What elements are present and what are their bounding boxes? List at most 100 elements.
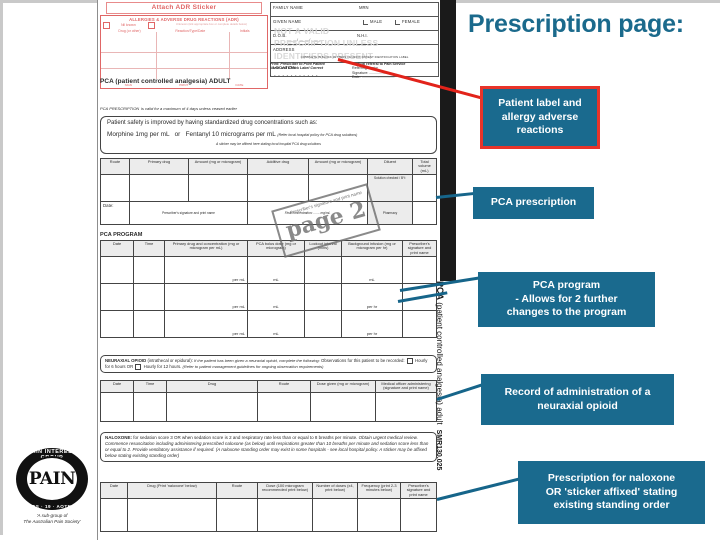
female-checkbox[interactable] [395, 20, 400, 25]
pain-interest-group-logo: PAIN INTEREST GROUP ★ PAIN NURSES · 19 ·… [6, 448, 98, 536]
callout-naloxone[interactable]: Prescription for naloxone OR 'sticker af… [518, 461, 705, 524]
prog-cell-permL-2: per mL [164, 283, 248, 312]
neuraxial-opt-2: Hourly for 12 hours. [143, 364, 182, 370]
callout-patient-line-2: allergy adverse [501, 110, 579, 123]
table-row[interactable] [100, 391, 437, 422]
th-route: Route [100, 157, 130, 176]
neuraxial-6h-checkbox[interactable] [406, 358, 413, 364]
th-nal-date: Date [100, 481, 128, 500]
naloxone-text-1: for sedation score 3 OR when sedation sc… [133, 435, 358, 440]
callout-patient-line-1: Patient label and [498, 96, 582, 109]
adr-nil-known-checkbox[interactable] [103, 22, 110, 30]
prog-cell-mL-4: mL [247, 310, 305, 339]
th-nal-dose: Dose (100 microgram recommended print be… [257, 481, 313, 500]
table-row[interactable]: per mL mL per hr [100, 310, 437, 339]
pca-prescription-heading: PCA PRESCRIPTION is valid for a maximum … [100, 105, 237, 113]
neuraxial-italic-2: complete the following: [279, 358, 320, 364]
neuraxial-opioid-table: Date Time Drug Route Dose given (mg or m… [100, 380, 437, 422]
th-prog-background: Background infusion (mg or microgram per… [341, 239, 403, 258]
prog-cell-mL-2: mL [341, 256, 403, 285]
table-header-row: Date Time Drug Route Dose given (mg or m… [100, 380, 437, 393]
mrn-label: MRN [359, 5, 369, 10]
neuraxial-obs: Observations for this patient to be reco… [320, 358, 405, 364]
callout-neuraxial-record[interactable]: Record of administration of a neuraxial … [481, 374, 674, 425]
field-given-name[interactable]: GIVEN NAME MALE FEMALE [270, 16, 439, 30]
safety-refer-note: (Refer local hospital policy for PCA dru… [277, 132, 358, 137]
table-row[interactable]: Date: Prescriber's signature and print n… [100, 201, 437, 226]
dob-label: D.O.B. [273, 33, 287, 38]
rx-sig-label: Prescriber's signature and print name [129, 201, 248, 226]
given-name-label: GIVEN NAME [273, 19, 302, 24]
field-dob[interactable]: D.O.B. ____ / ____ / ____ N.H.I. [270, 30, 439, 44]
drug-concentration-safety-box: Patient safety is improved by having sta… [100, 116, 437, 154]
callout-patient-label[interactable]: Patient label and allergy adverse reacti… [480, 86, 600, 149]
adr-date-label: DATE [235, 83, 244, 88]
callout-program-line-2: - Allows for 2 further [515, 292, 618, 305]
table-row[interactable]: per mL mL mL [100, 256, 437, 285]
neuraxial-paren: (intrathecal or epidural): [147, 358, 193, 364]
pca-program-heading: PCA PROGRAM [100, 232, 143, 238]
callout-naloxone-line-2: OR 'sticker affixed' stating [545, 485, 678, 498]
th-neu-route: Route [257, 380, 311, 393]
slide-canvas: Attach ADR Sticker ALLERGIES & ADVERSE D… [0, 0, 720, 540]
th-prog-time: Time [133, 239, 165, 258]
callout-neuraxial-line-2: neuraxial opioid [537, 399, 618, 412]
field-family-name[interactable]: FAMILY NAME MRN [270, 2, 439, 16]
th-amount-2: Amount (mg or microgram) [308, 157, 368, 176]
prog-cell-permL-3: per mL [164, 310, 248, 339]
callout-program-line-3: changes to the program [506, 306, 627, 319]
callout-program-line-1: PCA program [532, 278, 601, 291]
adr-unknown-label: Unknown (tick appropriate box or complet… [175, 22, 247, 27]
adr-unknown-checkbox[interactable] [148, 22, 155, 30]
neuraxial-12h-checkbox[interactable] [135, 364, 142, 370]
vcap-code: SMR130.025 [435, 429, 442, 471]
adr-col-initials: Initials [239, 28, 250, 33]
th-nal-number: Number of doses (x4, print below) [312, 481, 358, 500]
logo-caption-line-2: The Australian Pain Society' [23, 518, 81, 524]
pca-prescription-table: Route Primary drug Amount (mg or microgr… [100, 157, 437, 226]
safety-sticker-note: A sticker may be affixed here stating lo… [216, 141, 321, 146]
table-row[interactable]: per mL mL per hr [100, 283, 437, 312]
table-row[interactable]: Solution checked / BY: [100, 174, 437, 203]
th-total-volume: Total volume (mL) [412, 157, 437, 176]
callout-patient-line-3: reactions [516, 124, 564, 137]
female-label: FEMALE [402, 19, 420, 24]
neuraxial-heading: NEURAXIAL OPIOID [105, 358, 147, 364]
safety-fentanyl: Fentanyl 10 micrograms per mL [185, 130, 276, 138]
prescription-form-document: Attach ADR Sticker ALLERGIES & ADVERSE D… [97, 0, 441, 540]
family-name-label: FAMILY NAME [273, 5, 303, 10]
rx-date-label: Date: [100, 201, 130, 226]
th-neu-time: Time [133, 380, 167, 393]
table-header-row: Date Time Primary drug and concentration… [100, 239, 437, 258]
callout-pca-prescription[interactable]: PCA prescription [473, 187, 594, 219]
pca-program-table: Date Time Primary drug and concentration… [100, 239, 437, 339]
callout-pca-program[interactable]: PCA program - Allows for 2 further chang… [478, 272, 655, 327]
pca-prescription-heading-text: PCA PRESCRIPTION [100, 106, 140, 111]
pca-prescription-heading-note: is valid for a maximum of 4 days unless … [140, 106, 237, 111]
address-label: ADDRESS [273, 47, 295, 52]
solution-checked-label: Solution checked / BY: [367, 174, 413, 203]
neuraxial-italic-3: (Refer to patient management guidelines … [182, 364, 324, 370]
page-title: Prescription page: [468, 10, 684, 38]
th-prog-date: Date [100, 239, 134, 258]
callout-neuraxial-line-1: Record of administration of a [504, 385, 651, 398]
adr-nil-known-label: Nil known [121, 23, 136, 28]
th-nal-route: Route [216, 481, 258, 500]
male-checkbox[interactable] [363, 20, 368, 25]
naloxone-box: NALOXONE: for sedation score 3 OR when s… [100, 432, 437, 462]
slide-left-edge [0, 0, 3, 535]
th-nal-frequency: Frequency (print 2-3 minutes below) [357, 481, 401, 500]
table-row[interactable] [100, 498, 437, 533]
neuraxial-italic-1: If the patient has been given a neuraxia… [194, 358, 278, 364]
neuraxial-or: OR [126, 364, 134, 370]
safety-morphine: Morphine 1mg per mL [107, 130, 170, 138]
th-prog-drug-conc: Primary drug and concentration (mg or mi… [164, 239, 248, 258]
th-neu-date: Date [100, 380, 134, 393]
logo-ring: PAIN INTEREST GROUP ★ PAIN NURSES · 19 ·… [16, 448, 88, 510]
neuraxial-opioid-box: NEURAXIAL OPIOID (intrathecal or epidura… [100, 355, 437, 373]
form-spine-black [440, 0, 456, 281]
th-amount-1: Amount (mg or microgram) [188, 157, 248, 176]
dob-blank-line: ____ / ____ / ____ [287, 37, 321, 42]
logo-arc-bottom-text: NURSES · 19 · AOTEAROA [17, 504, 87, 509]
th-neu-dose: Dose given (mg or microgram) [310, 380, 376, 393]
